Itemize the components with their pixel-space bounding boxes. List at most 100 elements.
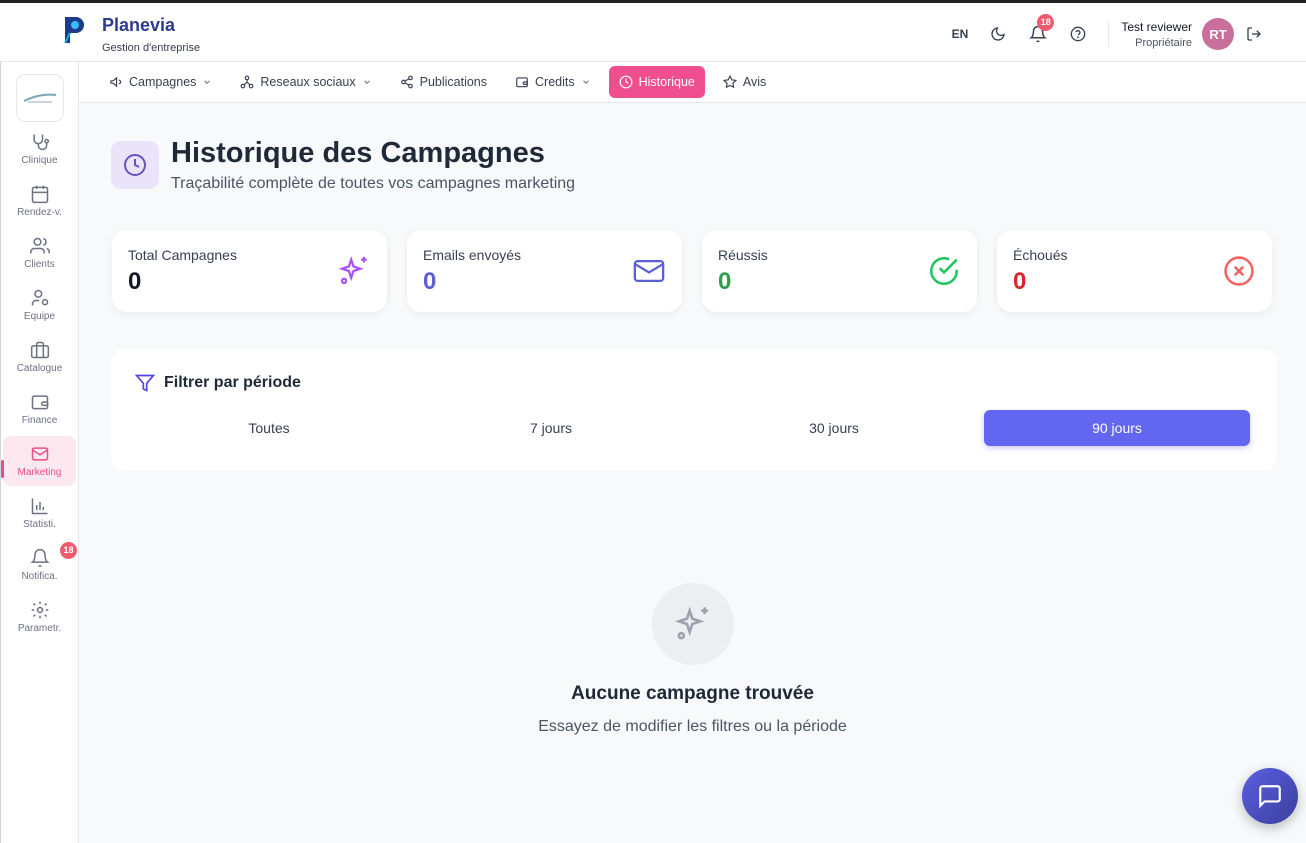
tab-credits[interactable]: Credits <box>505 66 601 98</box>
clock-icon <box>124 154 146 176</box>
empty-state-subtitle: Essayez de modifier les filtres ou la pé… <box>538 718 847 735</box>
user-role: Propriétaire <box>1135 36 1192 49</box>
sidebar-item-label: Clinique <box>21 155 58 166</box>
stat-label: Total Campagnes <box>128 247 237 263</box>
stat-label: Emails envoyés <box>423 247 522 263</box>
sidebar-item-statistiques[interactable]: Statisti. <box>3 488 76 538</box>
sidebar-item-label: Notifica. <box>21 571 58 582</box>
filter-icon <box>135 374 155 392</box>
sidebar-item-clinique[interactable]: Clinique <box>3 124 76 174</box>
tab-label: Credits <box>535 75 575 89</box>
sidebar-item-label: Parametr. <box>17 623 62 634</box>
chat-button[interactable] <box>1242 768 1298 824</box>
tab-historique[interactable]: Historique <box>608 66 705 98</box>
brand[interactable]: Planevia Gestion d'entreprise <box>62 15 200 54</box>
divider <box>1108 21 1110 47</box>
gear-icon <box>31 601 48 619</box>
sidebar-item-notifications[interactable]: Notifica. 18 <box>3 540 77 590</box>
sidebar-item-catalogue[interactable]: Catalogue <box>3 332 76 382</box>
bell-icon[interactable]: 18 <box>1028 14 1055 44</box>
sidebar-item-clients[interactable]: Clients <box>3 228 76 278</box>
tab-reseaux-sociaux[interactable]: Reseaux sociaux <box>230 66 381 98</box>
mail-icon <box>31 447 48 461</box>
filter-title-label: Filtrer par période <box>164 374 301 391</box>
brand-name: Planevia <box>102 15 176 35</box>
language-toggle[interactable]: EN <box>952 27 969 41</box>
briefcase-icon <box>30 341 49 359</box>
notification-badge: 18 <box>60 542 77 559</box>
period-filter: Filtrer par période Toutes 7 jours 30 jo… <box>111 349 1277 471</box>
sidebar-item-label: Clients <box>24 259 55 270</box>
wallet-icon <box>516 77 528 88</box>
tab-label: Publications <box>419 75 488 89</box>
tab-publications[interactable]: Publications <box>390 66 497 98</box>
tab-label: Avis <box>742 75 767 89</box>
chevron-down-icon <box>363 80 370 84</box>
sidebar-item-marketing[interactable]: Marketing <box>1 436 76 486</box>
tab-label: Campagnes <box>129 75 197 89</box>
calendar-icon <box>31 185 48 204</box>
stat-label: Échoués <box>1013 247 1068 263</box>
stat-card-total: Total Campagnes 0 <box>112 230 387 312</box>
empty-state-icon-container <box>652 583 734 665</box>
chevron-down-icon <box>204 80 211 84</box>
sidebar-item-parametres[interactable]: Parametr. <box>3 592 76 642</box>
top-bar: Planevia Gestion d'entreprise EN 18 Test… <box>0 0 1306 62</box>
x-circle-icon <box>1224 256 1254 286</box>
period-option-90-jours[interactable]: 90 jours <box>984 410 1250 446</box>
chevron-down-icon <box>582 80 589 84</box>
star-icon <box>722 75 737 89</box>
stat-card-emails: Emails envoyés 0 <box>407 230 682 312</box>
logout-icon[interactable] <box>1246 26 1262 42</box>
sidebar-item-label: Marketing <box>17 467 62 478</box>
filter-title: Filtrer par période <box>135 373 301 393</box>
stat-card-reussis: Réussis 0 <box>702 230 977 312</box>
period-option-30-jours[interactable]: 30 jours <box>701 410 967 446</box>
sidebar-item-label: Equipe <box>23 311 56 322</box>
page-header-icon <box>111 141 159 189</box>
check-circle-icon <box>929 256 959 286</box>
sidebar-item-label: Finance <box>21 415 58 426</box>
team-icon <box>31 289 48 306</box>
help-icon[interactable] <box>1068 24 1088 44</box>
sidebar-item-finance[interactable]: Finance <box>3 384 76 434</box>
stat-card-echoues: Échoués 0 <box>997 230 1272 312</box>
company-logo[interactable] <box>15 74 64 122</box>
top-right-controls: EN 18 Test reviewer Propriétaire RT <box>952 14 1262 51</box>
user-name: Test reviewer <box>1121 19 1192 34</box>
sidebar-item-label: Rendez-v. <box>17 207 62 218</box>
brand-logo-icon <box>64 17 84 44</box>
user-info[interactable]: Test reviewer Propriétaire <box>1121 20 1192 49</box>
stat-value: 0 <box>718 268 732 295</box>
avatar[interactable]: RT <box>1202 18 1234 50</box>
bar-chart-icon <box>31 498 47 515</box>
network-icon <box>240 75 254 89</box>
tab-bar: Campagnes Reseaux sociaux Publications C… <box>79 62 1306 103</box>
period-option-7-jours[interactable]: 7 jours <box>418 410 684 446</box>
sparkles-icon <box>674 606 708 640</box>
stat-value: 0 <box>423 268 437 295</box>
chat-icon <box>1259 785 1281 809</box>
sidebar-item-rendez-vous[interactable]: Rendez-v. <box>3 176 76 226</box>
sidebar: Clinique Rendez-v. Clients Equipe Catalo… <box>0 62 79 843</box>
bell-icon <box>29 548 50 568</box>
page-title: Historique des Campagnes <box>171 137 545 169</box>
brand-subtitle: Gestion d'entreprise <box>102 42 201 54</box>
tab-avis[interactable]: Avis <box>713 66 776 98</box>
clock-icon <box>619 75 633 89</box>
moon-icon[interactable] <box>988 24 1008 44</box>
notification-badge: 18 <box>1037 14 1055 31</box>
tab-campagnes[interactable]: Campagnes <box>99 66 222 98</box>
sparkles-icon <box>338 256 367 285</box>
stat-value: 0 <box>128 268 142 295</box>
megaphone-icon <box>110 76 122 88</box>
share-icon <box>400 75 413 89</box>
stat-value: 0 <box>1013 268 1027 295</box>
sidebar-item-equipe[interactable]: Equipe <box>3 280 76 330</box>
period-option-toutes[interactable]: Toutes <box>136 410 402 446</box>
wallet-icon <box>31 395 48 410</box>
stat-label: Réussis <box>718 247 768 263</box>
sidebar-item-label: Statisti. <box>23 519 56 530</box>
stethoscope-icon <box>32 134 49 151</box>
users-icon <box>29 237 50 254</box>
